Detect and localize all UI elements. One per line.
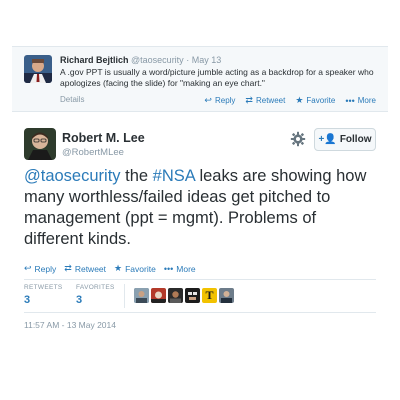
robert-lee-avatar[interactable] [24, 128, 56, 160]
stats-bottom-divider [24, 312, 376, 313]
tweet-timestamp[interactable]: 11:57 AM - 13 May 2014 [24, 320, 116, 330]
quoted-more-button[interactable]: ••• More [345, 95, 376, 106]
person-photo-icon [168, 288, 183, 303]
stats-separator [124, 284, 125, 308]
person-photo-icon [151, 288, 166, 303]
person-photo-icon [185, 288, 200, 303]
retweets-label: RETWEETS [24, 284, 63, 291]
favorite-star-icon: ★ [114, 263, 123, 273]
hashtag-link[interactable]: #NSA [153, 167, 195, 185]
quoted-date-text: May 13 [191, 55, 222, 65]
author-name[interactable]: Robert M. Lee [62, 131, 145, 145]
favorite-button[interactable]: ★ Favorite [114, 263, 156, 274]
reply-icon: ↩ [204, 95, 212, 105]
retweets-count[interactable]: 3 [24, 294, 30, 306]
quoted-tweet[interactable]: Richard Bejtlich @taosecurity · May 13 A… [12, 46, 388, 112]
reply-icon: ↩ [24, 263, 32, 273]
favorites-count[interactable]: 3 [76, 294, 82, 306]
follow-label: Follow [339, 134, 372, 145]
quoted-more-label: More [357, 96, 376, 105]
quoted-tweet-date[interactable]: · May 13 [186, 55, 221, 65]
quoted-tweet-text: A .gov PPT is usually a word/picture jum… [60, 67, 374, 88]
retweet-button[interactable]: ⇄ Retweet [64, 263, 106, 274]
avatar-letter: T [205, 288, 214, 302]
quoted-retweet-label: Retweet [255, 96, 286, 105]
quoted-favorite-button[interactable]: ★ Favorite [295, 95, 335, 106]
favoriter-avatar[interactable] [219, 288, 234, 303]
quoted-favorite-label: Favorite [306, 96, 336, 105]
favoriter-avatar[interactable] [134, 288, 149, 303]
quoted-tweet-header: Richard Bejtlich @taosecurity · May 13 [60, 55, 221, 65]
person-photo-icon [24, 55, 52, 83]
favorite-label: Favorite [125, 263, 156, 274]
quoted-retweet-button[interactable]: ⇄ Retweet [245, 95, 285, 106]
retweet-label: Retweet [74, 263, 107, 274]
tweet-actions: ↩ Reply ⇄ Retweet ★ Favorite ••• More [24, 263, 196, 274]
favoriters-avatars: T [134, 288, 234, 303]
person-photo-icon [134, 288, 149, 303]
favoriter-avatar-letter[interactable]: T [202, 288, 217, 303]
tweet-text: @taosecurity the #NSA leaks are showing … [24, 166, 376, 250]
more-button[interactable]: ••• More [164, 263, 196, 274]
retweet-icon: ⇄ [245, 95, 253, 105]
favorites-label: FAVORITES [76, 284, 115, 291]
gear-icon[interactable] [290, 131, 306, 147]
favorite-star-icon: ★ [295, 95, 304, 105]
reply-button[interactable]: ↩ Reply [24, 263, 56, 274]
person-photo-icon [24, 128, 56, 160]
follow-button[interactable]: +👤 Follow [314, 128, 376, 151]
richard-bejtlich-avatar[interactable] [24, 55, 52, 83]
more-label: More [176, 263, 196, 274]
person-photo-icon [219, 288, 234, 303]
reply-label: Reply [34, 263, 57, 274]
author-handle[interactable]: @RobertMLee [62, 147, 124, 158]
follow-person-icon: +👤 [318, 134, 337, 145]
quoted-reply-label: Reply [214, 96, 236, 105]
more-dots-icon: ••• [345, 95, 355, 106]
retweet-icon: ⇄ [64, 263, 72, 273]
tweet-text-part-1: the [120, 167, 153, 185]
quoted-author-handle[interactable]: @taosecurity [131, 55, 184, 65]
favoriter-avatar[interactable] [151, 288, 166, 303]
quoted-author-name[interactable]: Richard Bejtlich [60, 55, 129, 65]
favoriter-avatar[interactable] [168, 288, 183, 303]
quoted-reply-button[interactable]: ↩ Reply [204, 95, 235, 106]
favoriter-avatar[interactable] [185, 288, 200, 303]
stats-top-divider [24, 279, 376, 280]
more-dots-icon: ••• [163, 263, 174, 274]
quoted-details-link[interactable]: Details [60, 95, 84, 104]
mention-link[interactable]: @taosecurity [24, 167, 121, 185]
quoted-tweet-actions: ↩ Reply ⇄ Retweet ★ Favorite ••• More [204, 95, 376, 106]
